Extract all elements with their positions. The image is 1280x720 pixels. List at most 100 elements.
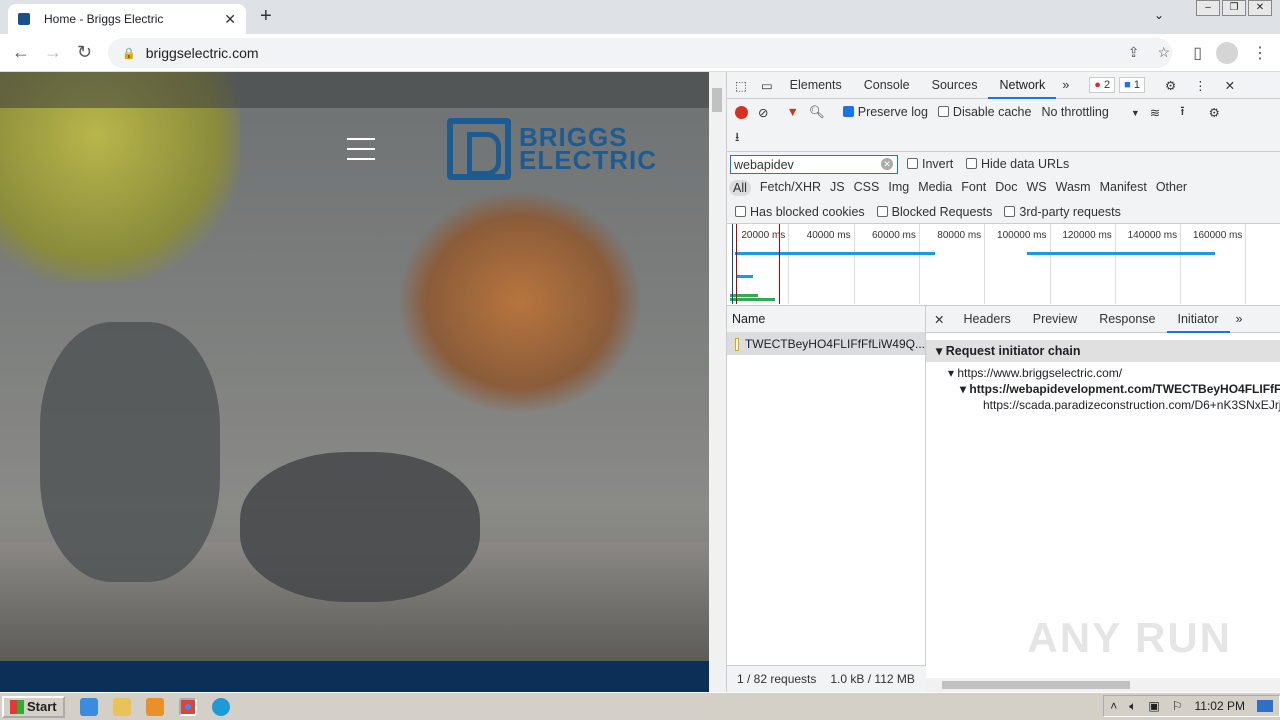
type-filter-css[interactable]: CSS [854,180,880,196]
share-icon[interactable]: ⇪ [1128,44,1140,61]
hide-data-urls-checkbox[interactable]: Hide data URLs [966,157,1069,171]
system-tray: ˄ 🔈︎ ▣ ⚐ 11:02 PM [1103,695,1280,717]
timeline-tick: 160000 ms [1193,224,1247,304]
network-icon[interactable]: ▣ [1148,699,1159,713]
close-devtools-icon[interactable]: ✕ [1225,78,1235,93]
site-logo[interactable]: BRIGGS ELECTRIC [447,118,657,180]
type-filter-media[interactable]: Media [918,180,952,196]
chain-item[interactable]: ▾ https://webapidevelopment.com/TWECTBey… [926,381,1280,397]
close-tab-icon[interactable]: ✕ [224,11,236,28]
show-desktop-icon[interactable] [1257,700,1273,712]
network-settings-icon[interactable]: ⚙ [1209,105,1220,120]
network-conditions-icon[interactable]: ≋ [1150,105,1160,120]
tab-initiator[interactable]: Initiator [1166,306,1230,333]
chrome-icon[interactable] [178,697,197,716]
more-options-icon[interactable]: ⋮ [1194,78,1207,93]
favicon-icon [18,13,30,25]
tab-headers[interactable]: Headers [952,306,1021,333]
new-tab-button[interactable]: + [260,5,272,28]
back-icon[interactable]: ← [12,42,30,63]
volume-icon[interactable]: 🔈︎ [1129,699,1136,714]
hamburger-menu-icon[interactable] [347,138,375,168]
tab-console[interactable]: Console [853,72,921,99]
action-center-flag-icon[interactable]: ⚐ [1172,699,1183,713]
type-filter-fetchxhr[interactable]: Fetch/XHR [760,180,821,196]
bookmark-star-icon[interactable]: ☆ [1157,44,1170,61]
type-filter-wasm[interactable]: Wasm [1056,180,1091,196]
address-bar-area: ← → ↻ 🔒 briggselectric.com ⇪ ☆ ▯ ⋮ [0,34,1280,72]
menu-icon[interactable]: ⋮ [1252,43,1268,63]
chain-item[interactable]: ▾ https://www.briggselectric.com/ [926,365,1280,381]
windows-flag-icon [10,699,24,714]
invert-checkbox[interactable]: Invert [907,157,953,171]
close-window-button[interactable]: ✕ [1248,0,1272,16]
throttling-select[interactable]: No throttling ▼ [1041,105,1139,119]
type-filter-font[interactable]: Font [961,180,986,196]
timeline-bar [1027,252,1215,255]
tab-elements[interactable]: Elements [779,72,853,99]
timeline-tick: 100000 ms [997,224,1051,304]
type-filter-ws[interactable]: WS [1026,180,1046,196]
tab-preview[interactable]: Preview [1022,306,1088,333]
clear-filter-icon[interactable]: ✕ [881,158,893,170]
browser-tab[interactable]: Home - Briggs Electric ✕ [8,4,246,34]
type-filter-other[interactable]: Other [1156,180,1187,196]
start-button[interactable]: Start [2,695,65,718]
type-filter-doc[interactable]: Doc [995,180,1017,196]
close-detail-icon[interactable]: ✕ [926,312,952,327]
timeline-bar [735,252,935,255]
anyrun-watermark: ANY RUN [1027,614,1232,661]
tab-network[interactable]: Network [988,72,1057,99]
reload-icon[interactable]: ↻ [77,42,92,63]
record-icon[interactable] [735,105,748,119]
tab-search-icon[interactable]: ⌄ [1154,8,1164,22]
clear-icon[interactable]: ⊘ [758,105,768,120]
import-har-icon[interactable]: ⭱ [1180,102,1184,123]
export-har-icon[interactable]: ⭳ [735,128,739,149]
name-column-header[interactable]: Name [727,306,925,333]
network-overview-timeline[interactable]: 20000 ms 40000 ms 60000 ms 80000 ms 100000 m… [727,224,1280,306]
initiator-chain-header[interactable]: ▾ Request initiator chain [926,340,1280,362]
type-filter-all[interactable]: All [729,180,751,196]
restore-button[interactable]: ❐ [1222,0,1246,16]
clock[interactable]: 11:02 PM [1195,699,1245,713]
tab-sources[interactable]: Sources [921,72,989,99]
more-tabs-icon[interactable]: » [1056,78,1075,92]
media-player-icon[interactable] [145,697,164,716]
side-panel-icon[interactable]: ▯ [1193,43,1202,63]
errors-badge[interactable]: ● 2 [1089,77,1116,93]
more-detail-tabs-icon[interactable]: » [1230,312,1249,326]
disable-cache-checkbox[interactable]: Disable cache [937,105,1031,119]
timeline-tick: 60000 ms [872,224,920,304]
filter-input[interactable]: webapidev ✕ [730,155,898,174]
chain-item[interactable]: https://scada.paradizeconstruction.com/D… [926,397,1280,413]
ie-icon[interactable] [79,697,98,716]
filter-checkbox[interactable]: Has blocked cookies [735,205,865,219]
url-text: briggselectric.com [145,45,259,61]
messages-badge[interactable]: ■ 1 [1119,77,1145,93]
timeline-tick: 80000 ms [937,224,986,304]
minimize-button[interactable]: – [1196,0,1220,16]
request-row[interactable]: TWECTBeyHO4FLIFfFfLiW49Q... [727,333,925,355]
tab-response[interactable]: Response [1088,306,1166,333]
horizontal-scrollbar[interactable] [926,678,1280,692]
filter-icon[interactable]: ▼ [786,105,798,119]
type-filter-js[interactable]: JS [830,180,845,196]
device-toggle-icon[interactable]: ▭ [755,78,779,93]
edge-icon[interactable] [211,697,230,716]
filter-checkbox[interactable]: 3rd-party requests [1004,205,1121,219]
page-scrollbar[interactable] [709,72,726,692]
filter-checkbox[interactable]: Blocked Requests [876,205,992,219]
type-filter-manifest[interactable]: Manifest [1100,180,1147,196]
forward-icon[interactable]: → [44,42,62,63]
tray-expand-icon[interactable]: ˄ [1110,699,1117,713]
avatar[interactable] [1216,42,1238,64]
settings-icon[interactable]: ⚙ [1165,78,1176,93]
inspect-icon[interactable]: ⬚ [727,78,755,93]
search-icon[interactable]: 🔍︎ [809,105,825,120]
folder-icon[interactable] [112,697,131,716]
type-filter-img[interactable]: Img [888,180,909,196]
timeline-bar [737,275,753,278]
url-input[interactable]: 🔒 briggselectric.com [108,38,1172,68]
preserve-log-checkbox[interactable]: Preserve log [842,105,928,119]
